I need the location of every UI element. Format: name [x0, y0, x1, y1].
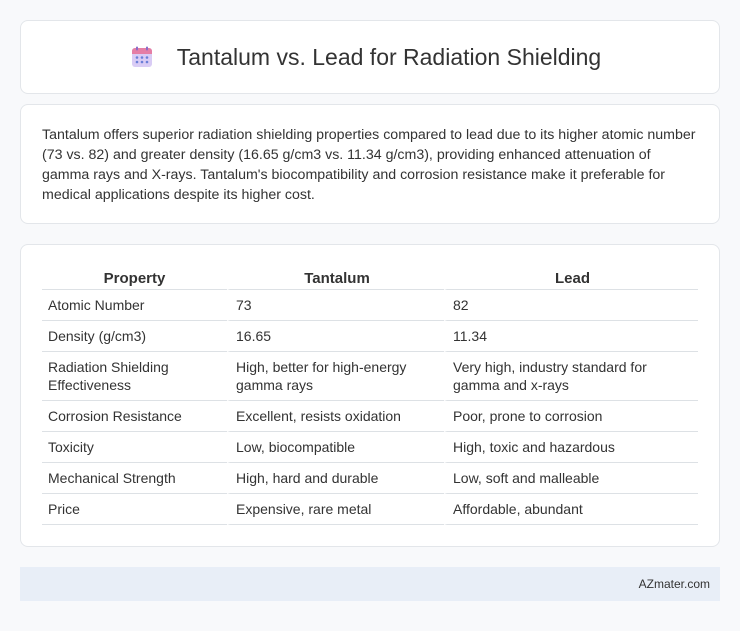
footer-brand: AZmater.com: [638, 577, 710, 591]
table-row: Corrosion Resistance Excellent, resists …: [42, 401, 698, 432]
row-lead: 11.34: [444, 321, 698, 352]
header-tantalum: Tantalum: [227, 265, 444, 290]
row-tantalum: Excellent, resists oxidation: [227, 401, 444, 432]
row-property: Density (g/cm3): [42, 321, 227, 352]
row-lead: Very high, industry standard for gamma a…: [444, 352, 698, 401]
row-tantalum: 73: [227, 290, 444, 321]
row-property: Toxicity: [42, 432, 227, 463]
comparison-table: Property Tantalum Lead Atomic Number 73 …: [42, 265, 698, 525]
row-property: Atomic Number: [42, 290, 227, 321]
table-row: Mechanical Strength High, hard and durab…: [42, 463, 698, 494]
row-property: Radiation Shielding Effectiveness: [42, 352, 227, 401]
page-title: Tantalum vs. Lead for Radiation Shieldin…: [176, 43, 602, 70]
table-row: Price Expensive, rare metal Affordable, …: [42, 494, 698, 525]
row-tantalum: Expensive, rare metal: [227, 494, 444, 525]
row-lead: Affordable, abundant: [444, 494, 698, 525]
summary-card: Tantalum offers superior radiation shiel…: [20, 104, 720, 224]
footer-bar: AZmater.com: [20, 567, 720, 601]
row-lead: Poor, prone to corrosion: [444, 401, 698, 432]
calendar-grid-icon: [131, 46, 152, 67]
row-lead: High, toxic and hazardous: [444, 432, 698, 463]
row-property: Mechanical Strength: [42, 463, 227, 494]
row-tantalum: High, better for high-energy gamma rays: [227, 352, 444, 401]
title-card: Tantalum vs. Lead for Radiation Shieldin…: [20, 20, 720, 94]
row-lead: Low, soft and malleable: [444, 463, 698, 494]
table-header-row: Property Tantalum Lead: [42, 265, 698, 290]
page: Tantalum vs. Lead for Radiation Shieldin…: [0, 0, 740, 631]
row-property: Price: [42, 494, 227, 525]
table-row: Atomic Number 73 82: [42, 290, 698, 321]
row-tantalum: 16.65: [227, 321, 444, 352]
table-row: Density (g/cm3) 16.65 11.34: [42, 321, 698, 352]
row-property: Corrosion Resistance: [42, 401, 227, 432]
row-lead: 82: [444, 290, 698, 321]
comparison-table-card: Property Tantalum Lead Atomic Number 73 …: [20, 244, 720, 547]
header-lead: Lead: [444, 265, 698, 290]
table-row: Radiation Shielding Effectiveness High, …: [42, 352, 698, 401]
row-tantalum: Low, biocompatible: [227, 432, 444, 463]
table-row: Toxicity Low, biocompatible High, toxic …: [42, 432, 698, 463]
header-property: Property: [42, 265, 227, 290]
summary-paragraph: Tantalum offers superior radiation shiel…: [42, 127, 696, 203]
row-tantalum: High, hard and durable: [227, 463, 444, 494]
